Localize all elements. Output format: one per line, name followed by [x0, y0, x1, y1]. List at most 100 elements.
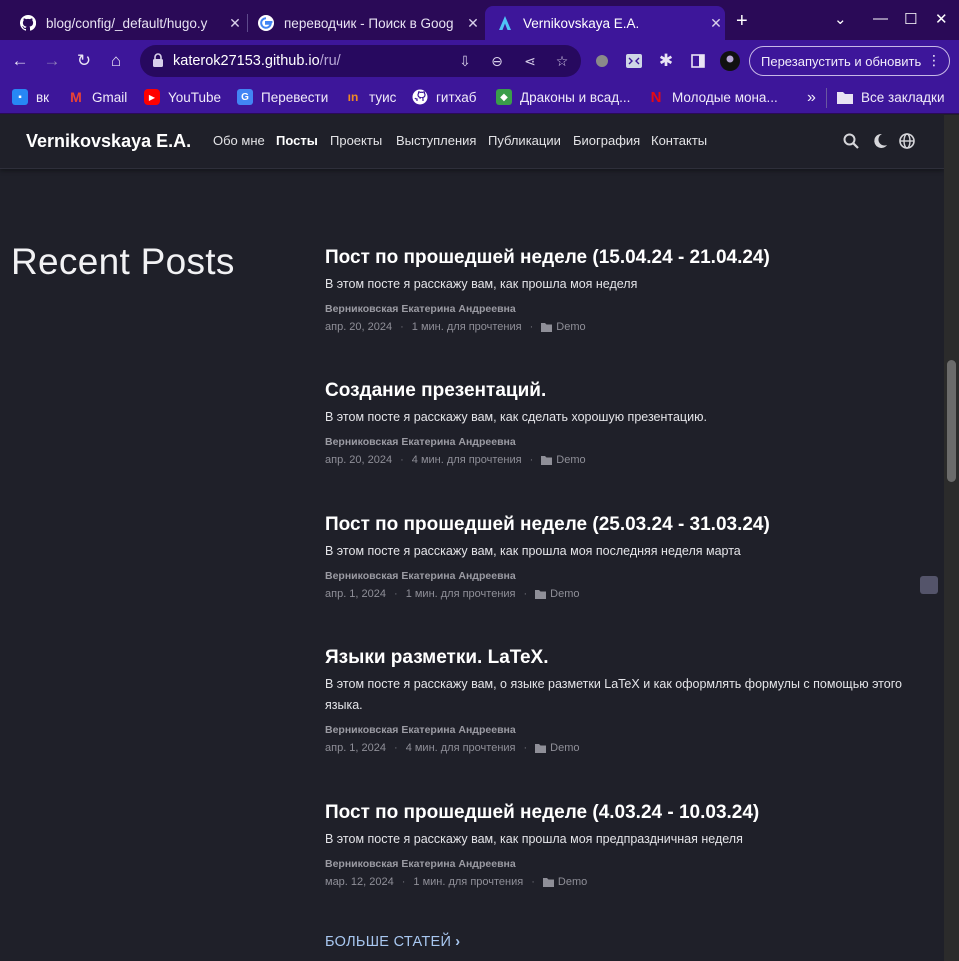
bookmark-youtube[interactable]: ▶ YouTube	[144, 89, 221, 105]
bookmark-tuis[interactable]: ın туис	[345, 89, 397, 105]
minimize-icon[interactable]: —	[873, 10, 888, 27]
post-category-link[interactable]: Demo	[558, 876, 587, 888]
bookmark-label: Gmail	[92, 89, 128, 105]
back-icon[interactable]: ←	[9, 50, 31, 72]
new-tab-icon[interactable]: +	[736, 11, 748, 31]
scrollbar-thumb[interactable]	[947, 360, 956, 482]
post-title-link[interactable]: Пост по прошедшей неделе (25.03.24 - 31.…	[325, 513, 925, 537]
post-date: апр. 1, 2024	[325, 742, 387, 754]
post-card: Пост по прошедшей неделе (25.03.24 - 31.…	[325, 513, 925, 600]
post-summary: В этом посте я расскажу вам, как прошла …	[325, 544, 741, 558]
close-tab-icon[interactable]: ✕	[464, 15, 482, 32]
bookmark-star-icon[interactable]: ☆	[552, 51, 572, 71]
meta-separator: ·	[400, 321, 404, 333]
meta-separator: ·	[400, 454, 404, 466]
reload-icon[interactable]: ↻	[73, 50, 95, 72]
share-icon[interactable]: ⋖	[520, 51, 540, 71]
nav-link-contacts[interactable]: Контакты	[651, 133, 707, 148]
post-card: Пост по прошедшей неделе (15.04.24 - 21.…	[325, 246, 925, 333]
post-meta: апр. 20, 2024 · 1 мин. для прочтения · D…	[325, 321, 925, 333]
post-summary: В этом посте я расскажу вам, как прошла …	[325, 277, 638, 291]
post-title-link[interactable]: Пост по прошедшей неделе (15.04.24 - 21.…	[325, 246, 925, 270]
bookmarks-overflow-icon[interactable]: »	[807, 89, 816, 107]
site-navbar: Vernikovskaya E.A. Обо мне Посты Проекты…	[0, 115, 944, 169]
extension-grammarly-icon[interactable]	[591, 50, 613, 72]
close-window-icon[interactable]: ✕	[935, 10, 948, 28]
maximize-icon[interactable]: ☐	[904, 10, 917, 28]
close-tab-icon[interactable]: ✕	[226, 15, 244, 32]
folder-icon	[535, 589, 547, 599]
bookmarks-bar: ▪ вк M Gmail ▶ YouTube G Перевести ın ту…	[0, 82, 959, 114]
zoom-icon[interactable]: ⊖	[487, 51, 507, 71]
post-card: Пост по прошедшей неделе (4.03.24 - 10.0…	[325, 801, 925, 888]
nav-link-posts[interactable]: Посты	[276, 133, 318, 148]
extensions-puzzle-icon[interactable]: ✱	[655, 50, 677, 72]
post-title-link[interactable]: Пост по прошедшей неделе (4.03.24 - 10.0…	[325, 801, 925, 825]
post-author[interactable]: Верниковская Екатерина Андреевна	[325, 303, 925, 315]
post-reading-time: 1 мин. для прочтения	[405, 588, 516, 600]
github-icon	[412, 89, 428, 105]
tab-github-config[interactable]: blog/config/_default/hugo.y ✕	[12, 6, 244, 40]
bookmark-dragons[interactable]: ◆ Драконы и всад...	[496, 89, 630, 105]
more-posts-link[interactable]: БОЛЬШЕ СТАТЕЙ ›	[325, 934, 460, 950]
post-reading-time: 1 мин. для прочтения	[411, 321, 522, 333]
nav-link-talks[interactable]: Выступления	[396, 133, 476, 148]
post-author[interactable]: Верниковская Екатерина Андреевна	[325, 724, 925, 736]
bookmark-vk[interactable]: ▪ вк	[12, 89, 49, 105]
extension-cat-icon[interactable]	[623, 50, 645, 72]
bookmark-github[interactable]: гитхаб	[412, 89, 477, 105]
post-category-link[interactable]: Demo	[550, 742, 579, 754]
post-category-link[interactable]: Demo	[550, 588, 579, 600]
lock-icon[interactable]	[152, 53, 164, 67]
nav-link-about[interactable]: Обо мне	[213, 133, 265, 148]
post-meta: мар. 12, 2024 · 1 мин. для прочтения · D…	[325, 876, 925, 888]
relaunch-update-button[interactable]: Перезапустить и обновить ⋮	[749, 46, 950, 76]
bookmark-label: Молодые мона...	[672, 89, 778, 105]
more-menu-icon[interactable]: ⋮	[927, 52, 941, 69]
netflix-icon: N	[650, 88, 662, 106]
home-icon[interactable]: ⌂	[105, 50, 127, 72]
bookmark-translate[interactable]: G Перевести	[237, 89, 328, 105]
post-author[interactable]: Верниковская Екатерина Андреевна	[325, 570, 925, 582]
meta-separator: ·	[531, 876, 535, 888]
close-tab-icon[interactable]: ✕	[707, 15, 725, 32]
post-summary: В этом посте я расскажу вам, о языке раз…	[325, 677, 902, 712]
dark-mode-moon-icon[interactable]	[871, 132, 889, 150]
post-title-link[interactable]: Языки разметки. LaTeX.	[325, 646, 925, 670]
tab-google-search[interactable]: переводчик - Поиск в Goog ✕	[250, 6, 482, 40]
github-icon	[20, 15, 36, 31]
tab-divider	[247, 14, 248, 32]
post-author[interactable]: Верниковская Екатерина Андреевна	[325, 858, 925, 870]
hugo-blox-icon	[497, 15, 513, 31]
language-globe-icon[interactable]	[898, 132, 916, 150]
post-date: апр. 20, 2024	[325, 321, 393, 333]
nav-link-biography[interactable]: Биография	[573, 133, 640, 148]
floating-extension-icon[interactable]	[920, 576, 938, 594]
search-icon[interactable]	[842, 132, 860, 150]
profile-avatar-icon[interactable]	[719, 50, 741, 72]
page-scrollbar[interactable]	[944, 115, 959, 961]
tab-title: blog/config/_default/hugo.y	[46, 15, 208, 31]
nav-link-publications[interactable]: Публикации	[488, 133, 561, 148]
tab-vernikovskaya[interactable]: Vernikovskaya E.A. ✕	[485, 6, 725, 40]
install-app-icon[interactable]: ⇩	[455, 51, 475, 71]
post-category-link[interactable]: Demo	[556, 321, 585, 333]
post-author[interactable]: Верниковская Екатерина Андреевна	[325, 436, 925, 448]
url-text[interactable]: katerok27153.github.io/ru/	[173, 53, 341, 69]
address-bar[interactable]: katerok27153.github.io/ru/ ⇩ ⊖ ⋖ ☆	[140, 45, 581, 77]
forward-icon[interactable]: →	[41, 50, 63, 72]
all-bookmarks-folder[interactable]: Все закладки	[837, 89, 944, 105]
meta-separator: ·	[529, 454, 534, 466]
side-panel-icon[interactable]	[687, 50, 709, 72]
tab-strip: blog/config/_default/hugo.y ✕ переводчик…	[0, 0, 959, 40]
nav-link-projects[interactable]: Проекты	[330, 133, 382, 148]
post-category-link[interactable]: Demo	[556, 454, 585, 466]
bookmark-netflix[interactable]: N Молодые мона...	[648, 88, 778, 106]
meta-separator: ·	[523, 588, 528, 600]
browser-toolbar: ← → ↻ ⌂ katerok27153.github.io/ru/ ⇩ ⊖ ⋖…	[0, 40, 959, 82]
meta-separator: ·	[529, 321, 534, 333]
bookmark-gmail[interactable]: M Gmail	[68, 89, 127, 105]
tab-search-chevron-icon[interactable]: ⌄	[834, 10, 847, 28]
post-title-link[interactable]: Создание презентаций.	[325, 379, 925, 403]
site-brand[interactable]: Vernikovskaya E.A.	[26, 131, 191, 152]
